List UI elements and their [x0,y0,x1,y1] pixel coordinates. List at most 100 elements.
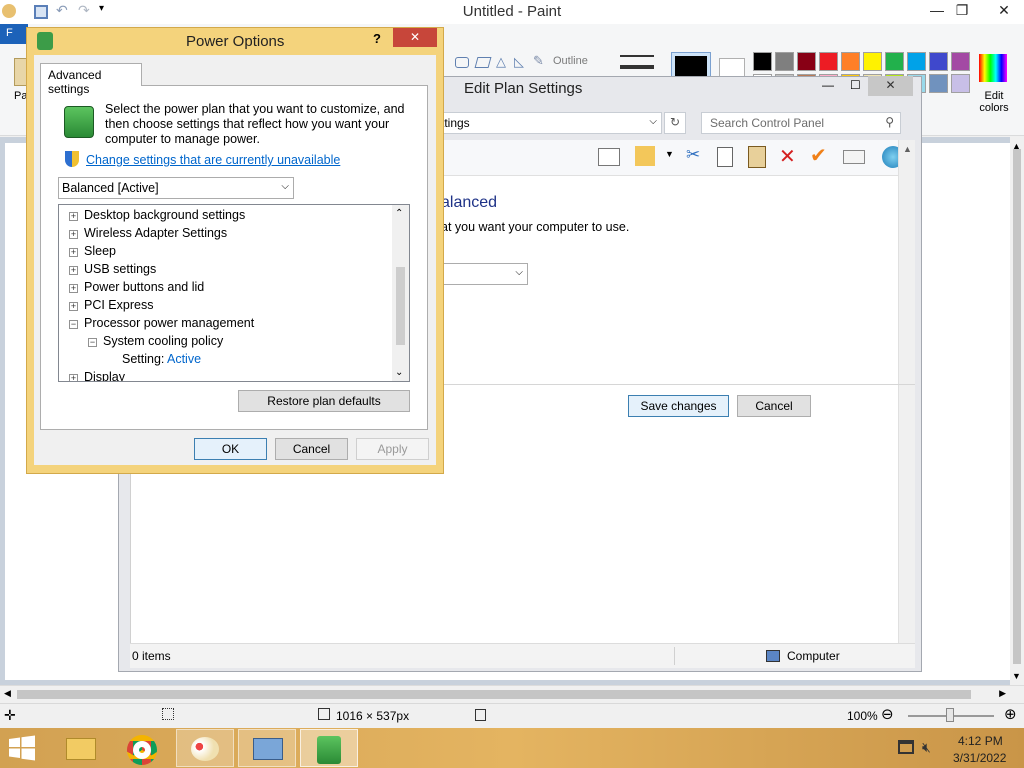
restore-plan-defaults-button[interactable]: Restore plan defaults [238,390,410,412]
color-swatch[interactable] [863,52,882,71]
tab-advanced-settings[interactable]: Advanced settings [40,63,142,96]
address-dropdown-icon[interactable]: ⌵ [649,116,657,127]
rename-icon[interactable] [843,150,865,164]
folder-dropdown-icon[interactable]: ▼ [665,149,674,159]
tree-item[interactable]: Sleep [84,244,116,258]
search-box[interactable]: Search Control Panel ⚲ [701,112,901,134]
clock-date[interactable]: 3/31/2022 [953,751,1006,765]
eps-cancel-button[interactable]: Cancel [737,395,811,417]
apply-button[interactable]: Apply [356,438,429,460]
horizontal-scroll-thumb[interactable] [17,690,971,699]
tree-scrollbar[interactable]: ⌃ ⌄ [392,205,409,381]
color-2-selector[interactable] [719,58,745,78]
tree-expander[interactable]: + [69,230,78,239]
ok-button[interactable]: OK [194,438,267,460]
zoom-out-icon[interactable]: ⊖ [881,705,894,723]
tree-item[interactable]: Processor power management [84,316,254,330]
taskbar-chrome[interactable] [114,729,172,767]
outline-dropdown[interactable]: Outline [553,55,588,67]
po-cancel-button[interactable]: Cancel [275,438,348,460]
color-swatch[interactable] [819,52,838,71]
tree-item[interactable]: Wireless Adapter Settings [84,226,227,240]
plan-dropdown[interactable]: ⌵ [440,263,528,285]
tree-expander[interactable]: − [69,320,78,329]
layout-icon[interactable] [598,148,620,166]
paste-icon[interactable] [748,146,766,168]
shape-rounded-rect-icon[interactable] [455,57,469,68]
eps-close-button[interactable]: ✕ [868,76,913,96]
color-swatch[interactable] [929,52,948,71]
scroll-right-icon[interactable]: ▶ [999,688,1006,699]
tree-scroll-thumb[interactable] [396,267,405,345]
horizontal-scrollbar[interactable]: ◀ ▶ [0,685,1024,702]
plan-select[interactable]: Balanced [Active] ⌵ [58,177,294,199]
taskbar-paint[interactable] [176,729,234,767]
close-button[interactable]: ✕ [984,0,1024,22]
eps-minimize-button[interactable]: — [822,78,834,92]
shape-triangle-icon[interactable]: △ [496,54,506,70]
vertical-scrollbar[interactable]: ▲ ▼ [1010,137,1024,685]
save-changes-button[interactable]: Save changes [628,395,729,417]
edit-colors-icon[interactable] [979,54,1007,82]
file-tab[interactable]: F [0,24,28,44]
eps-scroll-up-icon[interactable]: ▲ [903,144,912,154]
color-swatch[interactable] [951,74,970,93]
volume-tray-icon[interactable]: 🔇︎ [922,739,931,756]
tree-expander[interactable]: + [69,248,78,257]
start-button[interactable] [8,735,40,763]
color-swatch[interactable] [841,52,860,71]
tree-scroll-down-icon[interactable]: ⌄ [395,367,403,378]
tree-expander[interactable]: − [88,338,97,347]
color-swatch[interactable] [951,52,970,71]
taskbar-file-explorer[interactable] [52,729,110,767]
color-swatch[interactable] [775,52,794,71]
network-tray-icon[interactable] [898,740,914,754]
address-bar[interactable]: ttings ⌵ [430,112,662,134]
eps-vscroll[interactable]: ▲ [898,140,915,643]
zoom-slider-thumb[interactable] [946,708,954,722]
color-swatch[interactable] [797,52,816,71]
po-close-button[interactable]: ✕ [393,28,437,47]
delete-icon[interactable]: ✕ [779,144,796,169]
vertical-scroll-thumb[interactable] [1013,149,1021,664]
tree-expander[interactable]: + [69,374,78,381]
tree-item-system-cooling-policy[interactable]: System cooling policy [103,334,223,348]
shape-triangle-right-icon[interactable]: ◺ [514,54,524,70]
clock-time[interactable]: 4:12 PM [958,734,1003,748]
tree-expander[interactable]: + [69,212,78,221]
change-settings-link[interactable]: Change settings that are currently unava… [86,153,340,167]
settings-tree[interactable]: + Desktop background settings + Wireless Ad… [58,204,410,382]
color-swatch[interactable] [753,52,772,71]
edit-colors-label[interactable]: Edit colors [976,90,1012,114]
color-swatch[interactable] [885,52,904,71]
tree-expander[interactable]: + [69,302,78,311]
maximize-button[interactable]: ❐ [947,0,977,22]
size-icon[interactable] [620,55,654,69]
shape-parallelogram-icon[interactable] [474,57,492,68]
copy-icon[interactable] [717,147,733,167]
properties-check-icon[interactable]: ✔ [810,143,827,168]
eps-maximize-button[interactable]: ☐ [850,78,861,92]
search-icon[interactable]: ⚲ [885,115,894,129]
taskbar-power-options[interactable] [300,729,358,767]
outline-icon[interactable]: ✎ [533,53,544,69]
help-button[interactable]: ? [373,31,381,46]
tree-item[interactable]: PCI Express [84,298,153,312]
tree-item[interactable]: Power buttons and lid [84,280,204,294]
tree-item-display[interactable]: Display [84,370,125,381]
color-swatch[interactable] [907,52,926,71]
tree-scroll-up-icon[interactable]: ⌃ [395,208,403,219]
color-swatch[interactable] [929,74,948,93]
refresh-button[interactable]: ↻ [664,112,686,134]
tree-item[interactable]: USB settings [84,262,156,276]
cut-icon[interactable]: ✂ [686,145,700,165]
tree-expander[interactable]: + [69,284,78,293]
scroll-left-icon[interactable]: ◀ [4,688,11,699]
scroll-down-icon[interactable]: ▼ [1012,671,1021,681]
taskbar-control-panel[interactable] [238,729,296,767]
tree-item[interactable]: Desktop background settings [84,208,245,222]
tree-expander[interactable]: + [69,266,78,275]
setting-value-link[interactable]: Active [167,352,201,366]
folder-options-icon[interactable] [635,146,655,166]
zoom-in-icon[interactable]: ⊕ [1004,705,1017,723]
